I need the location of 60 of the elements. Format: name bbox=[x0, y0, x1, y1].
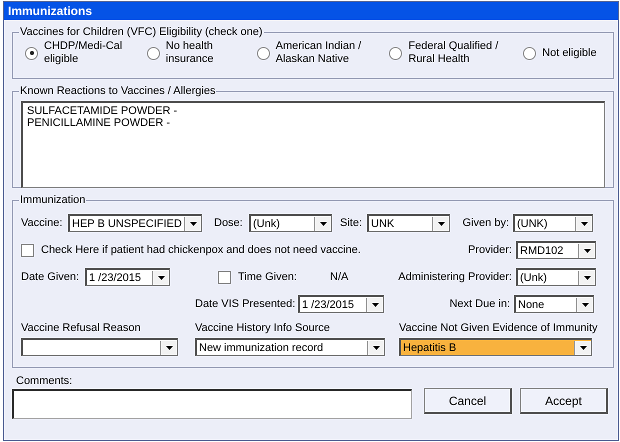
field-label: Site: bbox=[340, 217, 364, 229]
dropdown[interactable]: (Unk) bbox=[249, 214, 332, 232]
group-legend: Immunization bbox=[19, 194, 86, 206]
group-legend: Vaccines for Children (VFC) Eligibility (check one) bbox=[19, 26, 264, 38]
radio-button[interactable] bbox=[256, 46, 270, 60]
dropdown[interactable]: HEP B UNSPECIFIED bbox=[68, 214, 202, 232]
field-label: Vaccine History Info Source bbox=[195, 322, 331, 334]
dropdown-arrow-icon bbox=[372, 302, 378, 306]
dropdown[interactable]: (Unk) bbox=[516, 268, 596, 286]
radio-button[interactable] bbox=[523, 46, 536, 60]
dropdown-arrow-icon bbox=[582, 302, 588, 306]
field-label: Vaccine Refusal Reason bbox=[21, 322, 142, 334]
radio-label: Not eligible bbox=[542, 46, 598, 60]
dropdown-arrow-icon bbox=[438, 222, 444, 226]
field-label: Dose: bbox=[214, 217, 244, 229]
dropdown-arrow-icon bbox=[584, 276, 590, 280]
dropdown[interactable]: 1 /23/2015 bbox=[298, 295, 384, 313]
comments-field[interactable] bbox=[12, 389, 412, 419]
group-legend: Known Reactions to Vaccines / Allergies bbox=[19, 85, 216, 97]
dropdown[interactable] bbox=[21, 338, 178, 356]
dropdown[interactable]: RMD102 bbox=[516, 241, 596, 259]
field-label: Date VIS Presented: bbox=[195, 298, 296, 310]
radio-label: No health insurance bbox=[166, 40, 214, 66]
dropdown-arrow-icon bbox=[584, 248, 590, 252]
dropdown-arrow-icon bbox=[166, 346, 172, 350]
dropdown-arrow-icon bbox=[372, 346, 380, 350]
field-label: Date Given: bbox=[21, 271, 80, 283]
allergies-box[interactable]: SULFACETAMIDE POWDER - PENICILLAMINE POWDER - bbox=[21, 101, 605, 188]
field-label: N/A bbox=[330, 271, 350, 283]
radio-label: Federal Qualified / Rural Health bbox=[408, 40, 500, 66]
field-label: Time Given: bbox=[238, 271, 298, 283]
radio-button[interactable] bbox=[146, 46, 160, 60]
field-label: Provider: bbox=[466, 244, 513, 256]
dropdown-arrow-icon bbox=[580, 346, 586, 350]
dropdown[interactable]: 1 /23/2015 bbox=[85, 268, 170, 286]
dropdown[interactable]: (UNK) bbox=[513, 214, 593, 232]
radio-button[interactable] bbox=[25, 46, 38, 60]
dropdown-arrow-icon bbox=[190, 222, 196, 226]
radio-label: American Indian / Alaskan Native bbox=[276, 40, 362, 66]
checkbox[interactable] bbox=[218, 270, 231, 284]
window-title: Immunizations bbox=[4, 2, 618, 20]
dropdown[interactable]: None bbox=[514, 295, 594, 313]
accept-button[interactable]: Accept bbox=[520, 388, 608, 414]
dropdown-arrow-icon bbox=[158, 276, 164, 280]
field-label: Comments: bbox=[15, 375, 74, 387]
field-label: Vaccine Not Given Evidence of Immunity bbox=[399, 322, 598, 334]
field-label: Next Due in: bbox=[448, 298, 511, 310]
field-label: Administering Provider: bbox=[397, 271, 513, 283]
dropdown[interactable]: Hepatitis B bbox=[399, 338, 592, 356]
dropdown[interactable]: New immunization record bbox=[195, 338, 385, 356]
field-label: Vaccine: bbox=[21, 217, 64, 229]
dropdown[interactable]: UNK bbox=[367, 214, 450, 232]
field-label: Check Here if patient had chickenpox and does not need vaccine. bbox=[41, 244, 362, 256]
cancel-button[interactable]: Cancel bbox=[424, 388, 512, 414]
radio-label: CHDP/Medi-Cal eligible bbox=[44, 40, 124, 66]
dropdown-arrow-icon bbox=[580, 222, 588, 226]
checkbox[interactable] bbox=[21, 244, 34, 256]
radio-button[interactable] bbox=[389, 46, 402, 60]
field-label: Given by: bbox=[462, 217, 510, 229]
dropdown-arrow-icon bbox=[320, 222, 326, 226]
